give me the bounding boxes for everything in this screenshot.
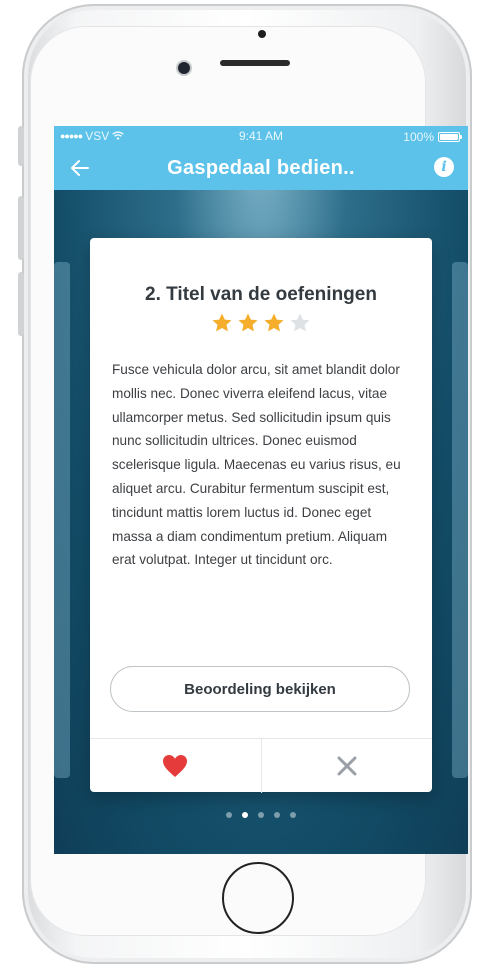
battery-percent: 100%	[403, 130, 434, 144]
pager-dot[interactable]	[258, 812, 264, 818]
next-card-peek[interactable]	[452, 262, 468, 778]
pager-dot[interactable]	[274, 812, 280, 818]
like-button[interactable]	[90, 739, 261, 793]
front-camera	[178, 62, 190, 74]
home-button[interactable]	[222, 862, 294, 934]
close-icon	[337, 756, 357, 776]
exercise-card: 2. Titel van de oefeningen Fusce vehicul…	[90, 238, 432, 793]
view-review-button[interactable]: Beoordeling bekijken	[110, 666, 410, 712]
proximity-sensor	[258, 30, 266, 38]
battery-icon	[438, 132, 462, 142]
screen: ●●●●● VSV 9:41 AM 100% Gaspedaal bedien.…	[54, 126, 468, 854]
star-rating	[90, 312, 432, 334]
status-bar: ●●●●● VSV 9:41 AM 100%	[54, 126, 468, 146]
exercise-description: Fusce vehicula dolor arcu, sit amet blan…	[112, 362, 401, 568]
exercise-title: 2. Titel van de oefeningen	[145, 284, 377, 305]
dismiss-button[interactable]	[260, 739, 433, 793]
info-icon[interactable]: i	[434, 157, 454, 177]
pager-dot[interactable]	[226, 812, 232, 818]
volume-up-button	[18, 196, 24, 260]
navigation-bar: Gaspedaal bedien.. i	[54, 146, 468, 190]
mute-switch	[18, 126, 24, 166]
star-filled-icon	[264, 313, 284, 332]
heart-icon	[163, 755, 188, 777]
pager-dot-active[interactable]	[242, 812, 248, 818]
battery-status: 100%	[403, 130, 462, 144]
volume-down-button	[18, 272, 24, 336]
page-title: Gaspedaal bedien..	[167, 157, 355, 179]
star-filled-icon	[238, 313, 258, 332]
page-indicator[interactable]	[54, 812, 468, 818]
earpiece-speaker	[220, 60, 290, 66]
card-actions	[90, 738, 432, 793]
star-filled-icon	[212, 313, 232, 332]
star-empty-icon	[290, 313, 310, 332]
previous-card-peek[interactable]	[54, 262, 70, 778]
pager-dot[interactable]	[290, 812, 296, 818]
